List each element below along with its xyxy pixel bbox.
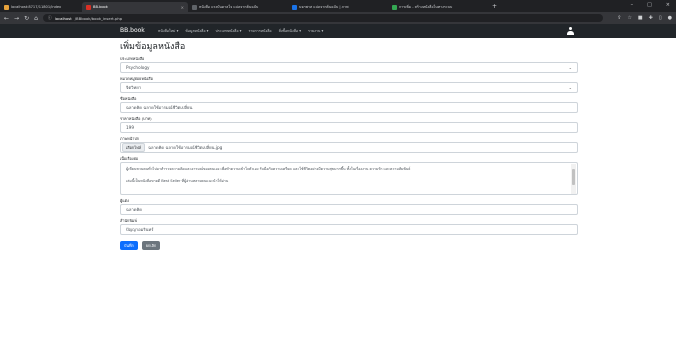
- description-paragraph: ผู้เขียนชวนคนทั่วไปมาสำรวจความคิดและอารม…: [126, 167, 411, 171]
- browser-tab-3[interactable]: หนังสือ แรงบันดาลใจ แปลจากต้นฉบับ: [188, 2, 288, 12]
- favicon-icon: [392, 4, 397, 10]
- favicon-icon: [192, 4, 197, 10]
- favicon-icon: [86, 4, 91, 10]
- profile-icon[interactable]: ●: [668, 15, 672, 21]
- address-bar[interactable]: ⓘ localhost/BBbook/book_insert.php: [42, 14, 603, 22]
- star-icon[interactable]: ☆: [627, 15, 631, 21]
- sidebar-icon[interactable]: ▯: [659, 15, 662, 21]
- book-insert-form: เพิ่มข้อมูลหนังสือ ประเภทหนังสือ Psychol…: [120, 42, 578, 250]
- chevron-down-icon: ⌄: [568, 85, 572, 90]
- browser-tab-5[interactable]: การเพิ่ม - สร้างหนังสือในทางระบบ: [388, 2, 488, 12]
- price-value: 199: [126, 125, 134, 130]
- cover-filename: ฉลาดคิด ฉลาดใช้อารมณ์ชีวิตเปลี่ยน.jpg: [148, 145, 223, 150]
- maximize-icon[interactable]: □: [647, 2, 652, 8]
- description-label: เนื้อเรื่องย่อ: [120, 156, 139, 161]
- description-textarea[interactable]: ผู้เขียนชวนคนทั่วไปมาสำรวจความคิดและอารม…: [120, 162, 578, 195]
- favicon-icon: [292, 4, 297, 10]
- category-value: Psychology: [126, 65, 150, 70]
- scrollbar-thumb[interactable]: [572, 169, 575, 185]
- user-icon[interactable]: [567, 27, 574, 35]
- main-menu: หนังสือใหม่ ▾ ข้อมูลหนังสือ ▾ ประเภทหนัง…: [158, 28, 323, 34]
- menu-item-book-list[interactable]: รายการหนังสือ: [248, 28, 271, 34]
- favicon-icon: [4, 4, 9, 10]
- publisher-input[interactable]: ปัญญาอมรินทร์: [120, 224, 578, 235]
- price-input[interactable]: 199: [120, 122, 578, 133]
- choose-file-button[interactable]: เลือกไฟล์: [122, 143, 146, 152]
- save-button[interactable]: บันทึก: [120, 241, 138, 250]
- reload-icon[interactable]: ↻: [24, 15, 29, 22]
- menu-item-orders[interactable]: สั่งซื้อหนังสือ ▾: [279, 28, 301, 34]
- author-input[interactable]: ฉลาดคิด: [120, 204, 578, 215]
- close-window-icon[interactable]: ×: [666, 2, 670, 8]
- menu-item-book-type[interactable]: ประเภทหนังสือ ▾: [215, 28, 241, 34]
- book-name-value: ฉลาดคิด ฉลาดใช้อารมณ์ชีวิตเปลี่ยน: [126, 105, 193, 110]
- browser-toolbar: ← → ↻ ⌂ ⓘ localhost/BBbook/book_insert.p…: [0, 12, 676, 24]
- book-name-label: ชื่อหนังสือ: [120, 96, 137, 101]
- publisher-value: ปัญญาอมรินทร์: [126, 227, 154, 232]
- menu-item-book-info[interactable]: ข้อมูลหนังสือ ▾: [185, 28, 208, 34]
- subcategory-select[interactable]: จิตวิทยา ⌄: [120, 82, 578, 93]
- menu-item-reports[interactable]: รายงาน ▾: [308, 28, 323, 34]
- cover-label: ภาพหน้าปก: [120, 136, 140, 141]
- browser-tab-title: localhost:8717/11801/index: [11, 5, 62, 9]
- site-navbar: BB.book หนังสือใหม่ ▾ ข้อมูลหนังสือ ▾ ปร…: [0, 24, 676, 38]
- url-path: /BBbook/book_insert.php: [74, 15, 123, 21]
- menu-item-new-books[interactable]: หนังสือใหม่ ▾: [158, 28, 178, 34]
- minimize-icon[interactable]: –: [631, 2, 634, 8]
- brand-link[interactable]: BB.book: [120, 27, 145, 34]
- info-icon[interactable]: ⓘ: [48, 15, 52, 21]
- browser-tab-title: บจกพาส แปลจากต้นฉบับ | ภาพ: [299, 5, 349, 9]
- extensions-puzzle-icon[interactable]: ✚: [649, 15, 653, 21]
- window-controls: – □ ×: [631, 2, 670, 8]
- textarea-scrollbar[interactable]: [571, 164, 576, 194]
- browser-tab-active[interactable]: BB.book ×: [82, 2, 188, 12]
- url-host: localhost: [54, 15, 72, 21]
- price-label: ราคาหนังสือ (บาท): [120, 116, 152, 121]
- browser-tab-4[interactable]: บจกพาส แปลจากต้นฉบับ | ภาพ: [288, 2, 388, 12]
- author-value: ฉลาดคิด: [126, 207, 143, 212]
- forward-icon[interactable]: →: [14, 15, 19, 22]
- browser-tab-strip: localhost:8717/11801/index BB.book × หนั…: [0, 0, 676, 12]
- cover-file-input[interactable]: เลือกไฟล์ ฉลาดคิด ฉลาดใช้อารมณ์ชีวิตเปลี…: [120, 142, 578, 153]
- browser-tab-1[interactable]: localhost:8717/11801/index: [0, 2, 82, 12]
- page-title: เพิ่มข้อมูลหนังสือ: [120, 42, 186, 52]
- category-label: ประเภทหนังสือ: [120, 56, 145, 61]
- publisher-label: สำนักพิมพ์: [120, 218, 137, 223]
- subcategory-value: จิตวิทยา: [126, 85, 142, 90]
- home-icon[interactable]: ⌂: [34, 15, 38, 22]
- cancel-button[interactable]: ยกเลิก: [141, 241, 161, 250]
- extension-icon[interactable]: ■: [638, 15, 643, 21]
- subcategory-label: หมวดหมู่ย่อยหนังสือ: [120, 76, 153, 81]
- form-actions: บันทึก ยกเลิก: [120, 241, 578, 250]
- author-label: ผู้แต่ง: [120, 198, 129, 203]
- close-tab-icon[interactable]: ×: [181, 5, 184, 10]
- description-paragraph: เล่มนี้เป็นหนังสือขายดี Best Seller ที่ผ…: [126, 179, 229, 183]
- browser-tab-title: BB.book: [93, 5, 108, 9]
- share-icon[interactable]: ⇪: [617, 15, 621, 21]
- chevron-down-icon: ⌄: [568, 65, 572, 70]
- book-name-input[interactable]: ฉลาดคิด ฉลาดใช้อารมณ์ชีวิตเปลี่ยน: [120, 102, 578, 113]
- category-select[interactable]: Psychology ⌄: [120, 62, 578, 73]
- new-tab-icon[interactable]: +: [492, 3, 497, 10]
- browser-tab-title: การเพิ่ม - สร้างหนังสือในทางระบบ: [399, 5, 453, 9]
- browser-actions: ⇪ ☆ ■ ✚ ▯ ●: [617, 15, 672, 21]
- browser-tab-title: หนังสือ แรงบันดาลใจ แปลจากต้นฉบับ: [199, 5, 259, 9]
- back-icon[interactable]: ←: [4, 15, 9, 22]
